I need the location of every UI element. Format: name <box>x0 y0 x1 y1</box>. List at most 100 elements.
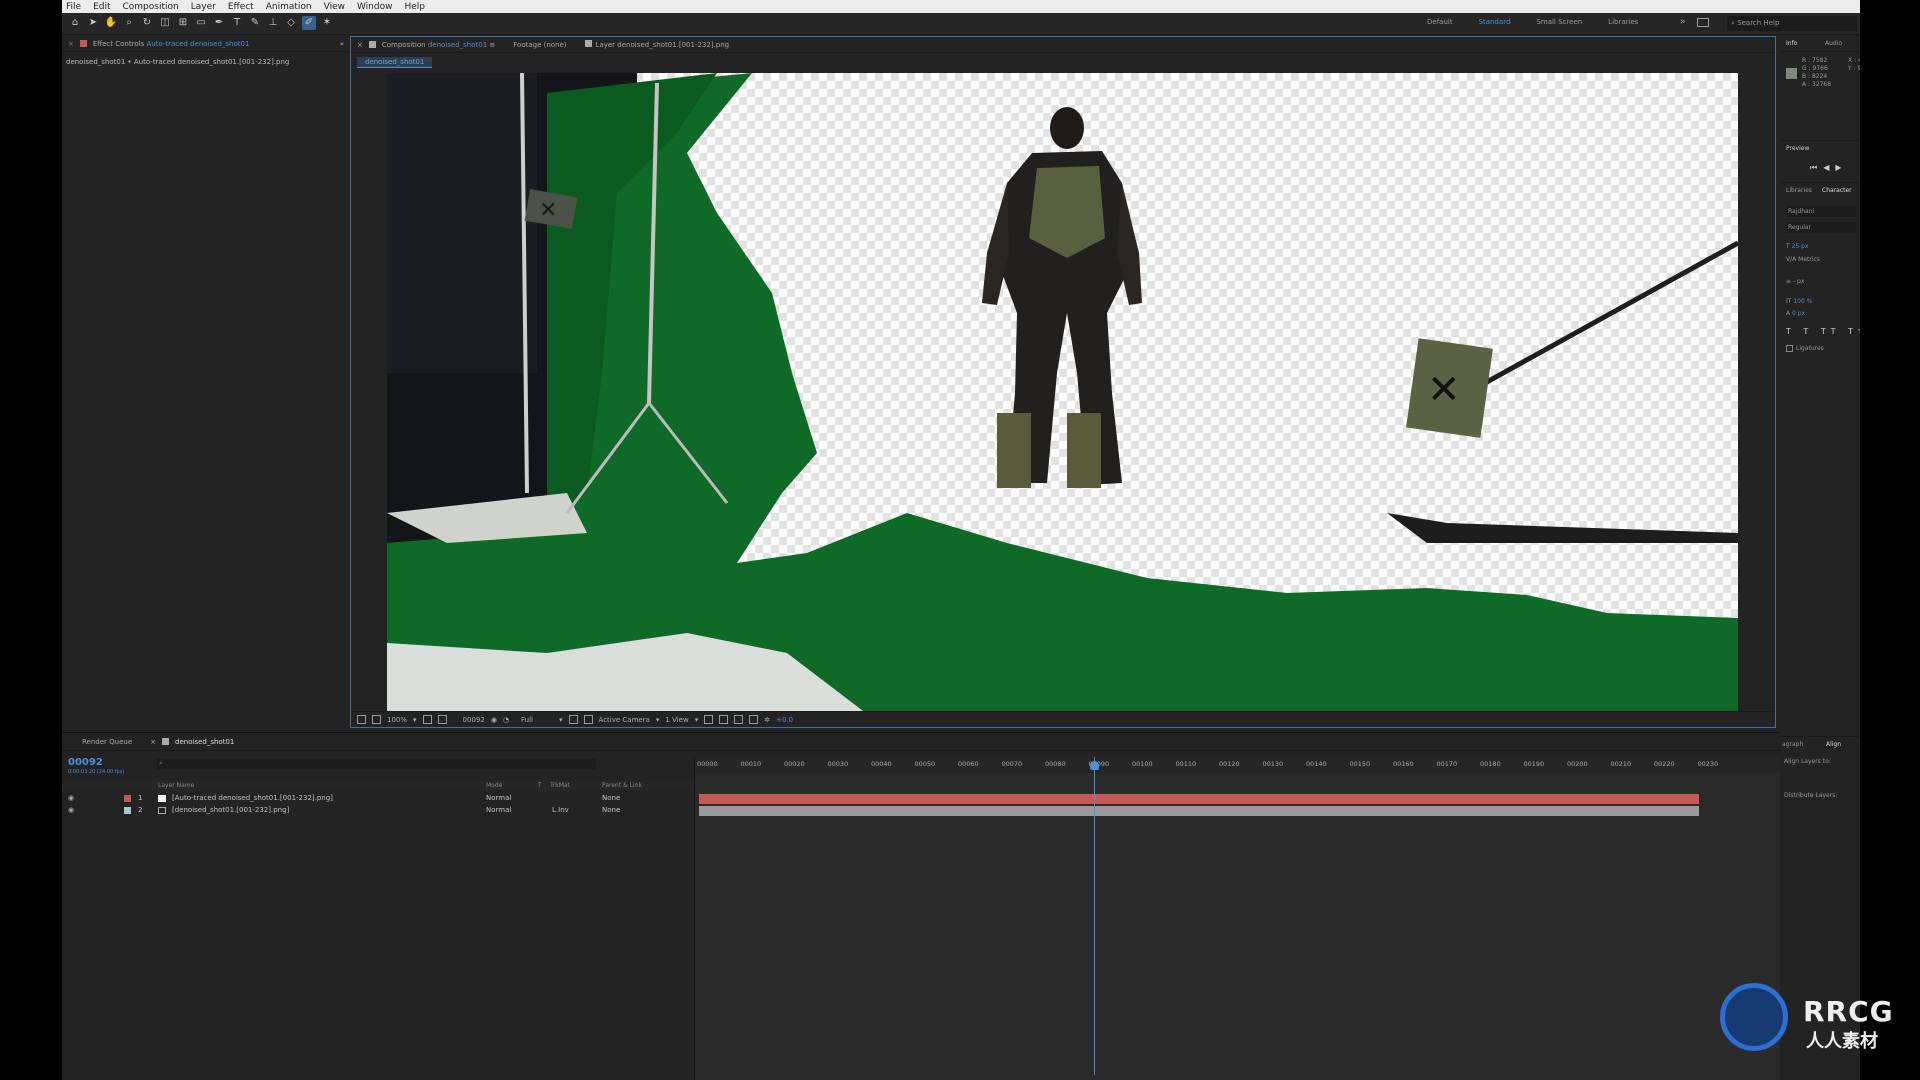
current-frame[interactable]: 00092 <box>463 716 485 724</box>
camera-dropdown[interactable]: Active Camera <box>599 716 650 724</box>
menu-composition[interactable]: Composition <box>123 2 179 12</box>
hand-tool-icon[interactable]: ✋ <box>104 16 118 30</box>
stroke-value[interactable]: - px <box>1793 278 1804 285</box>
brush-tool-icon[interactable]: ✎ <box>248 16 262 30</box>
tab-info[interactable]: Info <box>1786 40 1797 47</box>
time-ruler[interactable]: 00000 00010 00020 00030 00040 00050 00060 00070… <box>695 757 1780 773</box>
eye-icon[interactable]: ◉ <box>68 806 74 814</box>
layer-parent[interactable]: None <box>602 806 620 814</box>
kerning-value[interactable]: Metrics <box>1798 256 1820 263</box>
mask-visibility-icon[interactable] <box>437 715 447 724</box>
tab-render-queue[interactable]: Render Queue <box>82 738 132 746</box>
font-style-dropdown[interactable]: Regular <box>1786 222 1856 233</box>
first-frame-icon[interactable]: ⏮ <box>1810 163 1823 172</box>
workspace-default[interactable]: Default <box>1427 18 1453 26</box>
menu-file[interactable]: File <box>66 2 81 12</box>
close-icon[interactable]: × <box>357 41 363 49</box>
timeline-icon[interactable] <box>734 715 744 724</box>
eye-icon[interactable]: ◉ <box>68 794 74 802</box>
roto-brush-tool-icon[interactable]: ✐ <box>302 16 316 30</box>
camera-snapshot-icon[interactable]: ◉ <box>491 716 497 724</box>
search-help-field[interactable]: ⌕ Search Help <box>1727 16 1857 31</box>
exposure-value[interactable]: +0.0 <box>776 716 793 724</box>
prev-frame-icon[interactable]: ◀ <box>1823 163 1835 172</box>
tab-timeline-comp[interactable]: denoised_shot01 <box>175 738 234 746</box>
comp-breadcrumb[interactable]: denoised_shot01 <box>357 57 433 68</box>
view-layout-dropdown[interactable]: 1 View <box>665 716 688 724</box>
always-preview-icon[interactable] <box>357 715 366 724</box>
zoom-tool-icon[interactable]: ⌕ <box>122 16 136 30</box>
region-of-interest-icon[interactable] <box>568 715 578 724</box>
tab-align[interactable]: Align <box>1826 741 1841 748</box>
eraser-tool-icon[interactable]: ◇ <box>284 16 298 30</box>
play-icon[interactable]: ▶ <box>1835 163 1847 172</box>
layer-search-input[interactable]: ⌕ <box>156 759 596 769</box>
layer-mode[interactable]: Normal <box>486 794 511 802</box>
layer-mode[interactable]: Normal <box>486 806 511 814</box>
tab-audio[interactable]: Audio <box>1825 40 1842 47</box>
tab-footage[interactable]: Footage (none) <box>513 41 566 49</box>
timecode-display[interactable]: 00092 <box>68 757 103 768</box>
effect-controls-tab[interactable]: × Effect Controls Auto-traced denoised_s… <box>62 36 348 52</box>
chevron-right-icon[interactable]: » <box>1680 17 1686 27</box>
menu-view[interactable]: View <box>324 2 345 12</box>
layer-label-color[interactable] <box>124 795 131 802</box>
fast-previews-icon[interactable] <box>719 715 729 724</box>
layer-label-color[interactable] <box>124 807 131 814</box>
camera-tool-icon[interactable]: ◫ <box>158 16 172 30</box>
pen-tool-icon[interactable]: ✒ <box>212 16 226 30</box>
vertical-scale-value[interactable]: 100 % <box>1793 298 1812 305</box>
close-icon[interactable]: × <box>68 40 74 48</box>
time-graph[interactable]: 00000 00010 00020 00030 00040 00050 00060 00070… <box>694 757 1780 1080</box>
resolution-dropdown[interactable]: Full <box>521 716 533 724</box>
layer-parent[interactable]: None <box>602 794 620 802</box>
chevron-right-icon[interactable]: » <box>340 40 344 48</box>
transparency-grid-icon[interactable] <box>583 715 593 724</box>
layer-trkmat[interactable]: L.Inv <box>552 806 569 814</box>
tab-paragraph[interactable]: agraph <box>1782 741 1803 748</box>
workspace-small-screen[interactable]: Small Screen <box>1536 18 1582 26</box>
text-style-buttons[interactable]: T T TT Tт <box>1786 327 1860 336</box>
selection-tool-icon[interactable]: ➤ <box>86 16 100 30</box>
3d-ground-plane-icon[interactable] <box>372 715 381 724</box>
workspace-standard[interactable]: Standard <box>1479 18 1511 26</box>
menu-help[interactable]: Help <box>404 2 425 12</box>
clone-stamp-tool-icon[interactable]: ⊥ <box>266 16 280 30</box>
rotate-tool-icon[interactable]: ↻ <box>140 16 154 30</box>
layer-name[interactable]: [denoised_shot01.[001-232].png] <box>172 806 289 814</box>
exposure-icon[interactable]: ✲ <box>764 716 770 724</box>
tab-character[interactable]: Character <box>1822 187 1852 194</box>
toggle-pixel-aspect-icon[interactable] <box>704 715 714 724</box>
tab-composition[interactable]: Composition denoised_shot01 ≡ <box>382 41 495 49</box>
color-channel-icon[interactable]: ◔ <box>503 716 509 724</box>
layer-name[interactable]: [Auto-traced denoised_shot01.[001-232].p… <box>172 794 333 802</box>
cti-handle[interactable] <box>1090 761 1099 770</box>
type-tool-icon[interactable]: T <box>230 16 244 30</box>
layer-bar-1[interactable] <box>699 794 1699 804</box>
menu-effect[interactable]: Effect <box>228 2 254 12</box>
grid-icon[interactable] <box>422 715 432 724</box>
composition-canvas[interactable]: ✕ ✕ <box>387 73 1738 714</box>
font-family-dropdown[interactable]: Rajdhani <box>1786 206 1856 217</box>
font-size-value[interactable]: 25 px <box>1792 243 1809 250</box>
tab-layer[interactable]: Layer denoised_shot01.[001-232].png <box>584 40 729 49</box>
close-icon[interactable]: × <box>150 738 156 746</box>
ligatures-checkbox[interactable] <box>1786 345 1793 352</box>
menu-window[interactable]: Window <box>357 2 393 12</box>
home-icon[interactable]: ⌂ <box>68 16 82 30</box>
current-time-indicator[interactable] <box>1094 757 1095 1075</box>
pan-behind-tool-icon[interactable]: ⊞ <box>176 16 190 30</box>
tab-libraries[interactable]: Libraries <box>1786 187 1812 194</box>
menu-layer[interactable]: Layer <box>191 2 216 12</box>
baseline-value[interactable]: 0 px <box>1792 310 1805 317</box>
layer-row[interactable]: ◉ 2 [denoised_shot01.[001-232].png] Norm… <box>62 806 694 817</box>
menu-animation[interactable]: Animation <box>266 2 312 12</box>
layer-row[interactable]: ◉ 1 [Auto-traced denoised_shot01.[001-23… <box>62 794 694 805</box>
rectangle-tool-icon[interactable]: ▭ <box>194 16 208 30</box>
layer-bar-2[interactable] <box>699 806 1699 816</box>
menu-edit[interactable]: Edit <box>93 2 110 12</box>
zoom-dropdown[interactable]: 100% <box>387 716 407 724</box>
flowchart-icon[interactable] <box>749 715 759 724</box>
workspace-panel-icon[interactable] <box>1697 18 1709 27</box>
puppet-tool-icon[interactable]: ✶ <box>320 16 334 30</box>
